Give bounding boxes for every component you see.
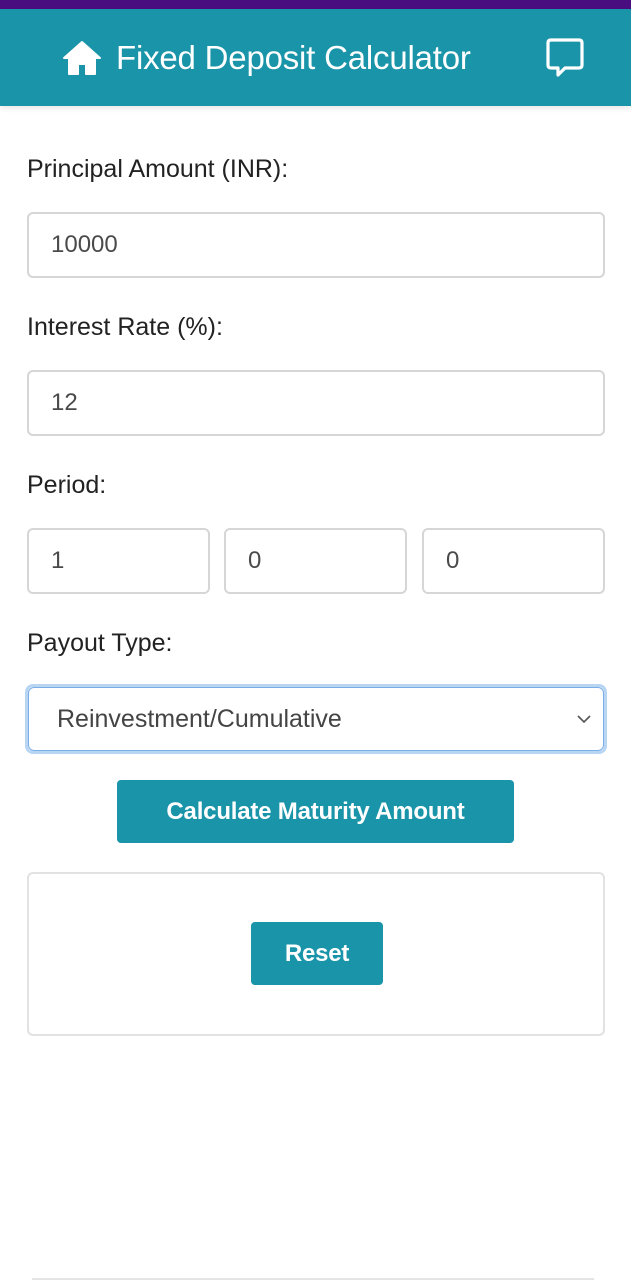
reset-button[interactable]: Reset <box>251 922 383 985</box>
header-title-group[interactable]: Fixed Deposit Calculator <box>62 9 471 106</box>
chevron-down-icon <box>575 710 593 728</box>
principal-label: Principal Amount (INR): <box>27 155 289 183</box>
app-header: Fixed Deposit Calculator <box>0 9 631 106</box>
calculate-maturity-button[interactable]: Calculate Maturity Amount <box>117 780 514 843</box>
payout-type-select[interactable]: Reinvestment/Cumulative <box>28 687 604 751</box>
period-years-input[interactable] <box>27 528 210 594</box>
interest-rate-label: Interest Rate (%): <box>27 313 223 341</box>
status-bar <box>0 0 631 9</box>
home-icon[interactable] <box>62 40 102 76</box>
result-card: Reset <box>27 872 605 1036</box>
period-label: Period: <box>27 471 107 499</box>
interest-rate-input[interactable] <box>27 370 605 436</box>
payout-type-focus-ring: Reinvestment/Cumulative <box>25 684 607 754</box>
period-months-input[interactable] <box>224 528 407 594</box>
period-days-input[interactable] <box>422 528 605 594</box>
page-title: Fixed Deposit Calculator <box>116 38 471 76</box>
principal-input[interactable] <box>27 212 605 278</box>
chat-bubble-icon[interactable] <box>545 37 585 79</box>
payout-type-value: Reinvestment/Cumulative <box>57 704 342 733</box>
payout-type-label: Payout Type: <box>27 629 173 657</box>
